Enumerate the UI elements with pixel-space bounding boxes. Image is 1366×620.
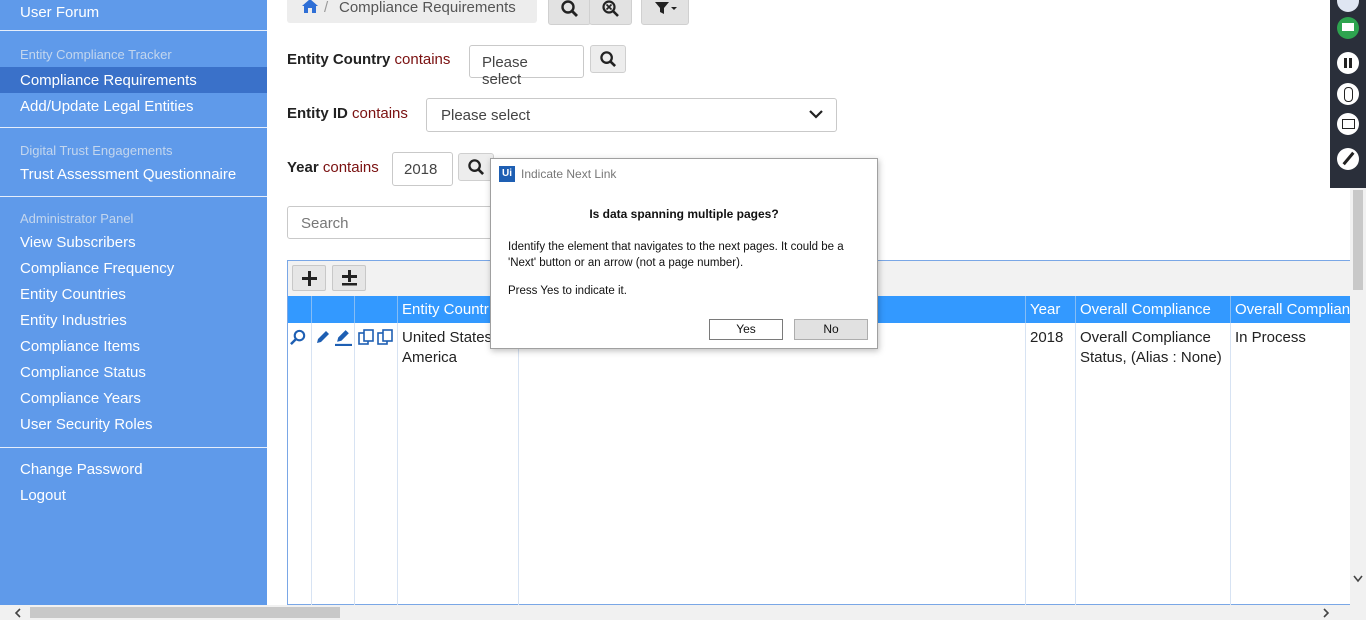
recorder-toolbar bbox=[1330, 0, 1366, 188]
header-overall-compliance-status[interactable]: Overall Compliance bbox=[1230, 296, 1351, 323]
filter-icon bbox=[655, 2, 677, 14]
dialog-question: Is data spanning multiple pages? bbox=[589, 207, 779, 221]
sidebar-section-header: Entity Compliance Tracker bbox=[20, 47, 172, 62]
horizontal-scrollbar[interactable] bbox=[0, 605, 1366, 620]
plus-upload-icon bbox=[342, 270, 357, 286]
sidebar-divider bbox=[0, 127, 267, 128]
search-placeholder: Search bbox=[301, 215, 349, 232]
plus-icon bbox=[302, 271, 317, 286]
dialog-title: Indicate Next Link bbox=[521, 167, 617, 181]
cell-entity-country: United States of America bbox=[397, 323, 518, 606]
entity-country-select[interactable]: Please select bbox=[469, 45, 584, 88]
filter-label-entity-id: Entity ID contains bbox=[287, 105, 408, 122]
search-icon bbox=[468, 159, 485, 176]
duplicate-icon[interactable] bbox=[377, 329, 393, 345]
breadcrumb-current: Compliance Requirements bbox=[339, 0, 516, 16]
window-icon[interactable] bbox=[1337, 113, 1359, 135]
home-icon[interactable] bbox=[301, 0, 319, 14]
add-row-button[interactable] bbox=[292, 265, 326, 291]
no-button[interactable]: No bbox=[794, 319, 868, 340]
scrollbar-thumb[interactable] bbox=[1353, 190, 1363, 290]
cell-overall-compliance: Overall Compliance Status, (Alias : None… bbox=[1075, 323, 1230, 606]
cell-entity-id bbox=[518, 323, 1025, 606]
copy-icon[interactable] bbox=[358, 329, 374, 345]
entity-id-select[interactable]: Please select bbox=[426, 98, 837, 132]
filter-entity-id-operator: contains bbox=[352, 105, 408, 122]
year-search-button[interactable] bbox=[458, 153, 494, 181]
edit-cell bbox=[311, 323, 354, 606]
pen-icon[interactable] bbox=[1337, 148, 1359, 170]
filter-label-country: Entity Country contains bbox=[287, 51, 450, 68]
sidebar-item-user-security-roles[interactable]: User Security Roles bbox=[20, 416, 153, 433]
breadcrumb: / Compliance Requirements bbox=[287, 0, 537, 23]
sidebar-section-header: Administrator Panel bbox=[20, 211, 134, 226]
year-input[interactable]: 2018 bbox=[392, 152, 453, 186]
sidebar-item-user-forum[interactable]: User Forum bbox=[20, 4, 99, 21]
header-year[interactable]: Year bbox=[1025, 296, 1075, 323]
filter-country-operator: contains bbox=[394, 51, 451, 68]
scrollbar-thumb[interactable] bbox=[30, 607, 340, 618]
filter-country-label: Entity Country bbox=[287, 51, 391, 68]
sidebar: User Forum Entity Compliance Tracker Com… bbox=[0, 0, 267, 605]
filter-button[interactable] bbox=[641, 0, 689, 25]
view-cell bbox=[288, 323, 311, 606]
camera-icon[interactable] bbox=[1337, 0, 1359, 12]
dialog-instruction: Press Yes to indicate it. bbox=[508, 285, 627, 297]
search-clear-icon bbox=[602, 0, 619, 17]
sidebar-item-entity-countries[interactable]: Entity Countries bbox=[20, 286, 126, 303]
sidebar-section-header: Digital Trust Engagements bbox=[20, 143, 173, 158]
cell-compliance-state: In Process bbox=[1230, 323, 1351, 606]
filter-entity-id-label: Entity ID bbox=[287, 105, 348, 122]
pencil-line-icon[interactable] bbox=[335, 329, 352, 346]
pencil-icon[interactable] bbox=[315, 329, 331, 345]
dialog-message: Identify the element that navigates to t… bbox=[508, 241, 844, 269]
entity-id-select-value: Please select bbox=[441, 107, 531, 124]
search-icon bbox=[561, 0, 578, 17]
breadcrumb-separator: / bbox=[324, 0, 329, 16]
sidebar-item-compliance-frequency[interactable]: Compliance Frequency bbox=[20, 260, 174, 277]
sidebar-item-change-password[interactable]: Change Password bbox=[20, 461, 143, 478]
sidebar-item-compliance-status[interactable]: Compliance Status bbox=[20, 364, 146, 381]
scroll-down-icon[interactable] bbox=[1353, 575, 1363, 583]
filter-year-label: Year bbox=[287, 159, 319, 176]
scroll-left-icon[interactable] bbox=[14, 608, 22, 618]
scroll-right-icon[interactable] bbox=[1322, 608, 1330, 618]
sidebar-divider bbox=[0, 196, 267, 197]
header-action-col bbox=[311, 296, 354, 323]
indicate-next-link-dialog: Ui Indicate Next Link Is data spanning m… bbox=[490, 158, 878, 349]
sidebar-item-entity-industries[interactable]: Entity Industries bbox=[20, 312, 127, 329]
sidebar-item-compliance-years[interactable]: Compliance Years bbox=[20, 390, 141, 407]
bulk-add-button[interactable] bbox=[332, 265, 366, 291]
uipath-logo: Ui bbox=[499, 166, 515, 182]
filter-year-operator: contains bbox=[322, 159, 379, 176]
header-action-col bbox=[354, 296, 397, 323]
filter-label-year: Year contains bbox=[287, 159, 379, 176]
header-action-col bbox=[288, 296, 311, 323]
mouse-icon[interactable] bbox=[1337, 83, 1359, 105]
table-row[interactable]: United States of America 2018 Overall Co… bbox=[288, 323, 1350, 606]
magnifier-icon[interactable] bbox=[290, 329, 307, 346]
search-input[interactable]: Search bbox=[287, 206, 507, 239]
zoom-search-button[interactable] bbox=[589, 0, 632, 25]
pause-icon[interactable] bbox=[1337, 52, 1359, 74]
sidebar-divider bbox=[0, 30, 267, 31]
sidebar-item-compliance-items[interactable]: Compliance Items bbox=[20, 338, 140, 355]
cell-year: 2018 bbox=[1025, 323, 1075, 606]
chevron-down-icon bbox=[809, 110, 823, 119]
sidebar-item-add-update-legal-entities[interactable]: Add/Update Legal Entities bbox=[20, 98, 193, 115]
screen-icon[interactable] bbox=[1337, 17, 1359, 39]
yes-button[interactable]: Yes bbox=[709, 319, 783, 340]
copy-cell bbox=[354, 323, 397, 606]
sidebar-divider bbox=[0, 447, 267, 448]
search-icon bbox=[600, 51, 617, 68]
sidebar-item-logout[interactable]: Logout bbox=[20, 487, 66, 504]
country-search-button[interactable] bbox=[590, 45, 626, 73]
sidebar-item-view-subscribers[interactable]: View Subscribers bbox=[20, 234, 136, 251]
sidebar-item-trust-assessment[interactable]: Trust Assessment Questionnaire bbox=[20, 166, 236, 183]
search-button[interactable] bbox=[548, 0, 591, 25]
sidebar-item-compliance-requirements[interactable]: Compliance Requirements bbox=[20, 72, 197, 89]
header-overall-compliance[interactable]: Overall Compliance bbox=[1075, 296, 1230, 323]
